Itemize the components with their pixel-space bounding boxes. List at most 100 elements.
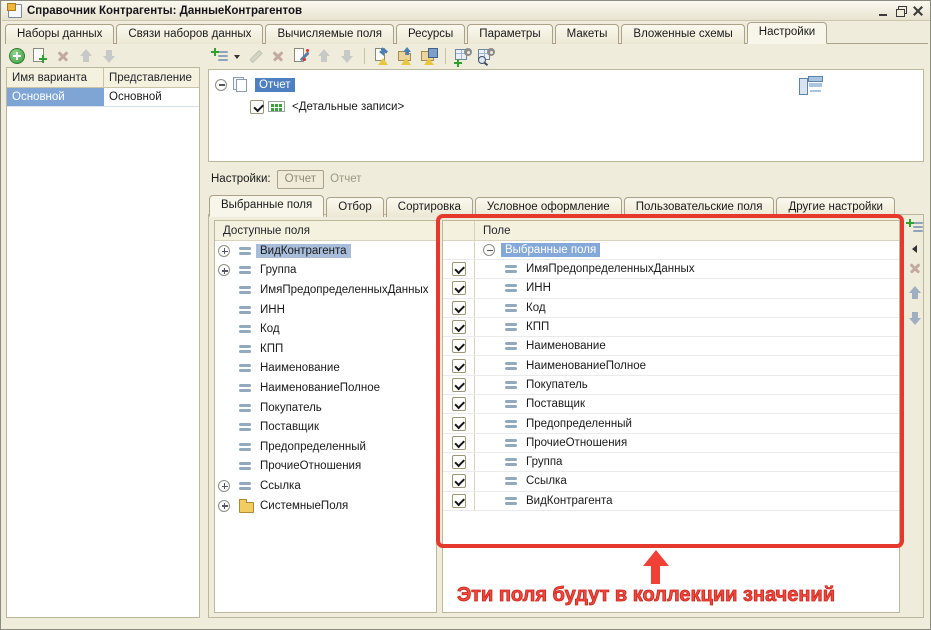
add-field-icon[interactable] [906,218,924,236]
add-variant-icon[interactable] [8,47,26,65]
field-checkbox[interactable] [452,397,466,411]
move-field-up-icon[interactable] [906,284,924,302]
available-field-row[interactable]: Предопределенный [215,437,436,457]
collapse-icon[interactable] [483,244,495,256]
field-checkbox[interactable] [452,474,466,488]
main-tab[interactable]: Связи наборов данных [116,24,263,44]
settings-tab[interactable]: Отбор [326,197,384,217]
field-label[interactable]: Поставщик [260,421,319,433]
main-tab[interactable]: Параметры [467,24,552,44]
field-label[interactable]: ПрочиеОтношения [526,437,627,449]
field-label[interactable]: ИНН [526,282,551,294]
settings-tab[interactable]: Условное оформление [475,197,622,217]
variant-row[interactable]: Основной Основной [7,88,199,107]
selected-field-row[interactable]: Код [443,299,899,318]
close-icon[interactable] [911,4,925,18]
field-checkbox[interactable] [452,301,466,315]
available-field-row[interactable]: Поставщик [215,417,436,437]
available-field-row[interactable]: ВидКонтрагента [215,241,436,261]
field-label[interactable]: ПрочиеОтношения [260,460,361,472]
expand-icon[interactable] [218,500,230,512]
selected-field-row[interactable]: Предопределенный [443,414,899,433]
selected-field-row[interactable]: Покупатель [443,376,899,395]
collapse-icon[interactable] [215,79,227,91]
field-label[interactable]: СистемныеПоля [260,500,348,512]
field-checkbox[interactable] [452,320,466,334]
settings-wizard-icon[interactable] [292,47,310,65]
detail-records-checkbox[interactable] [250,100,264,114]
available-field-row[interactable]: Ссылка [215,476,436,496]
field-label[interactable]: Код [526,302,546,314]
available-field-row[interactable]: КПП [215,339,436,359]
selected-field-row[interactable]: ИмяПредопределенныхДанных [443,260,899,279]
edit-element-icon[interactable] [246,47,264,65]
move-up-icon[interactable] [315,47,333,65]
selected-field-row[interactable]: Группа [443,453,899,472]
field-label[interactable]: ИмяПредопределенныхДанных [526,263,695,275]
available-field-row[interactable]: ПрочиеОтношения [215,457,436,477]
report-node-label[interactable]: Отчет [255,78,295,92]
expand-icon[interactable] [218,480,230,492]
settings-tab[interactable]: Пользовательские поля [624,197,775,217]
available-field-row[interactable]: НаименованиеПолное [215,378,436,398]
field-label[interactable]: Наименование [526,340,606,352]
field-label[interactable]: Группа [526,456,562,468]
field-checkbox[interactable] [452,262,466,276]
selected-field-row[interactable]: НаименованиеПолное [443,356,899,375]
field-label[interactable]: Поставщик [526,398,585,410]
group-label[interactable]: Выбранные поля [501,243,600,257]
selected-field-row[interactable]: Наименование [443,337,899,356]
selected-field-row[interactable]: ПрочиеОтношения [443,434,899,453]
field-checkbox[interactable] [452,281,466,295]
field-checkbox[interactable] [452,339,466,353]
field-label[interactable]: НаименованиеПолное [260,382,380,394]
selected-field-row[interactable]: КПП [443,318,899,337]
delete-field-icon[interactable] [906,259,924,277]
add-element-icon[interactable] [211,47,229,65]
field-label[interactable]: Код [260,323,280,335]
copy-variant-icon[interactable] [31,47,49,65]
load-settings-icon[interactable] [396,47,414,65]
field-checkbox[interactable] [452,436,466,450]
field-label[interactable]: Ссылка [260,480,301,492]
column-header-view[interactable]: Представление [104,68,199,87]
delete-element-icon[interactable] [269,47,287,65]
field-label[interactable]: Наименование [260,362,340,374]
selected-field-row[interactable]: Ссылка [443,472,899,491]
variant-name-cell[interactable]: Основной [7,88,104,106]
composer-check-icon[interactable] [477,47,495,65]
tree-row-detail-records[interactable]: <Детальные записи> [250,98,404,115]
field-label[interactable]: ИНН [260,304,285,316]
settings-tab[interactable]: Сортировка [386,197,473,217]
field-label[interactable]: Ссылка [526,475,567,487]
minimize-icon[interactable] [877,4,891,18]
field-column-header[interactable]: Поле [475,221,511,240]
available-field-row[interactable]: ИмяПредопределенныхДанных [215,280,436,300]
available-field-row[interactable]: Группа [215,261,436,281]
field-label[interactable]: Покупатель [526,379,588,391]
settings-tab[interactable]: Другие настройки [776,197,894,217]
field-label[interactable]: Покупатель [260,402,322,414]
available-field-row[interactable]: Код [215,319,436,339]
selected-field-row[interactable]: ИНН [443,279,899,298]
move-field-down-icon[interactable] [906,309,924,327]
available-field-row[interactable]: СистемныеПоля [215,496,436,516]
composer-settings-icon[interactable] [454,47,472,65]
field-checkbox[interactable] [452,378,466,392]
selected-field-row[interactable]: Поставщик [443,395,899,414]
field-checkbox[interactable] [452,359,466,373]
selected-field-row[interactable]: ВидКонтрагента [443,492,899,511]
variant-view-cell[interactable]: Основной [104,88,199,106]
expand-icon[interactable] [218,264,230,276]
selected-fields-group-row[interactable]: Выбранные поля [443,241,899,260]
field-label[interactable]: ВидКонтрагента [256,244,351,258]
move-down-icon[interactable] [338,47,356,65]
tree-row-report[interactable]: Отчет [215,76,295,93]
field-label[interactable]: КПП [260,343,283,355]
delete-variant-icon[interactable] [54,47,72,65]
available-field-row[interactable]: ИНН [215,300,436,320]
column-header-name[interactable]: Имя варианта [7,68,104,87]
expand-icon[interactable] [218,245,230,257]
field-label[interactable]: ВидКонтрагента [526,495,613,507]
move-variant-down-icon[interactable] [100,47,118,65]
